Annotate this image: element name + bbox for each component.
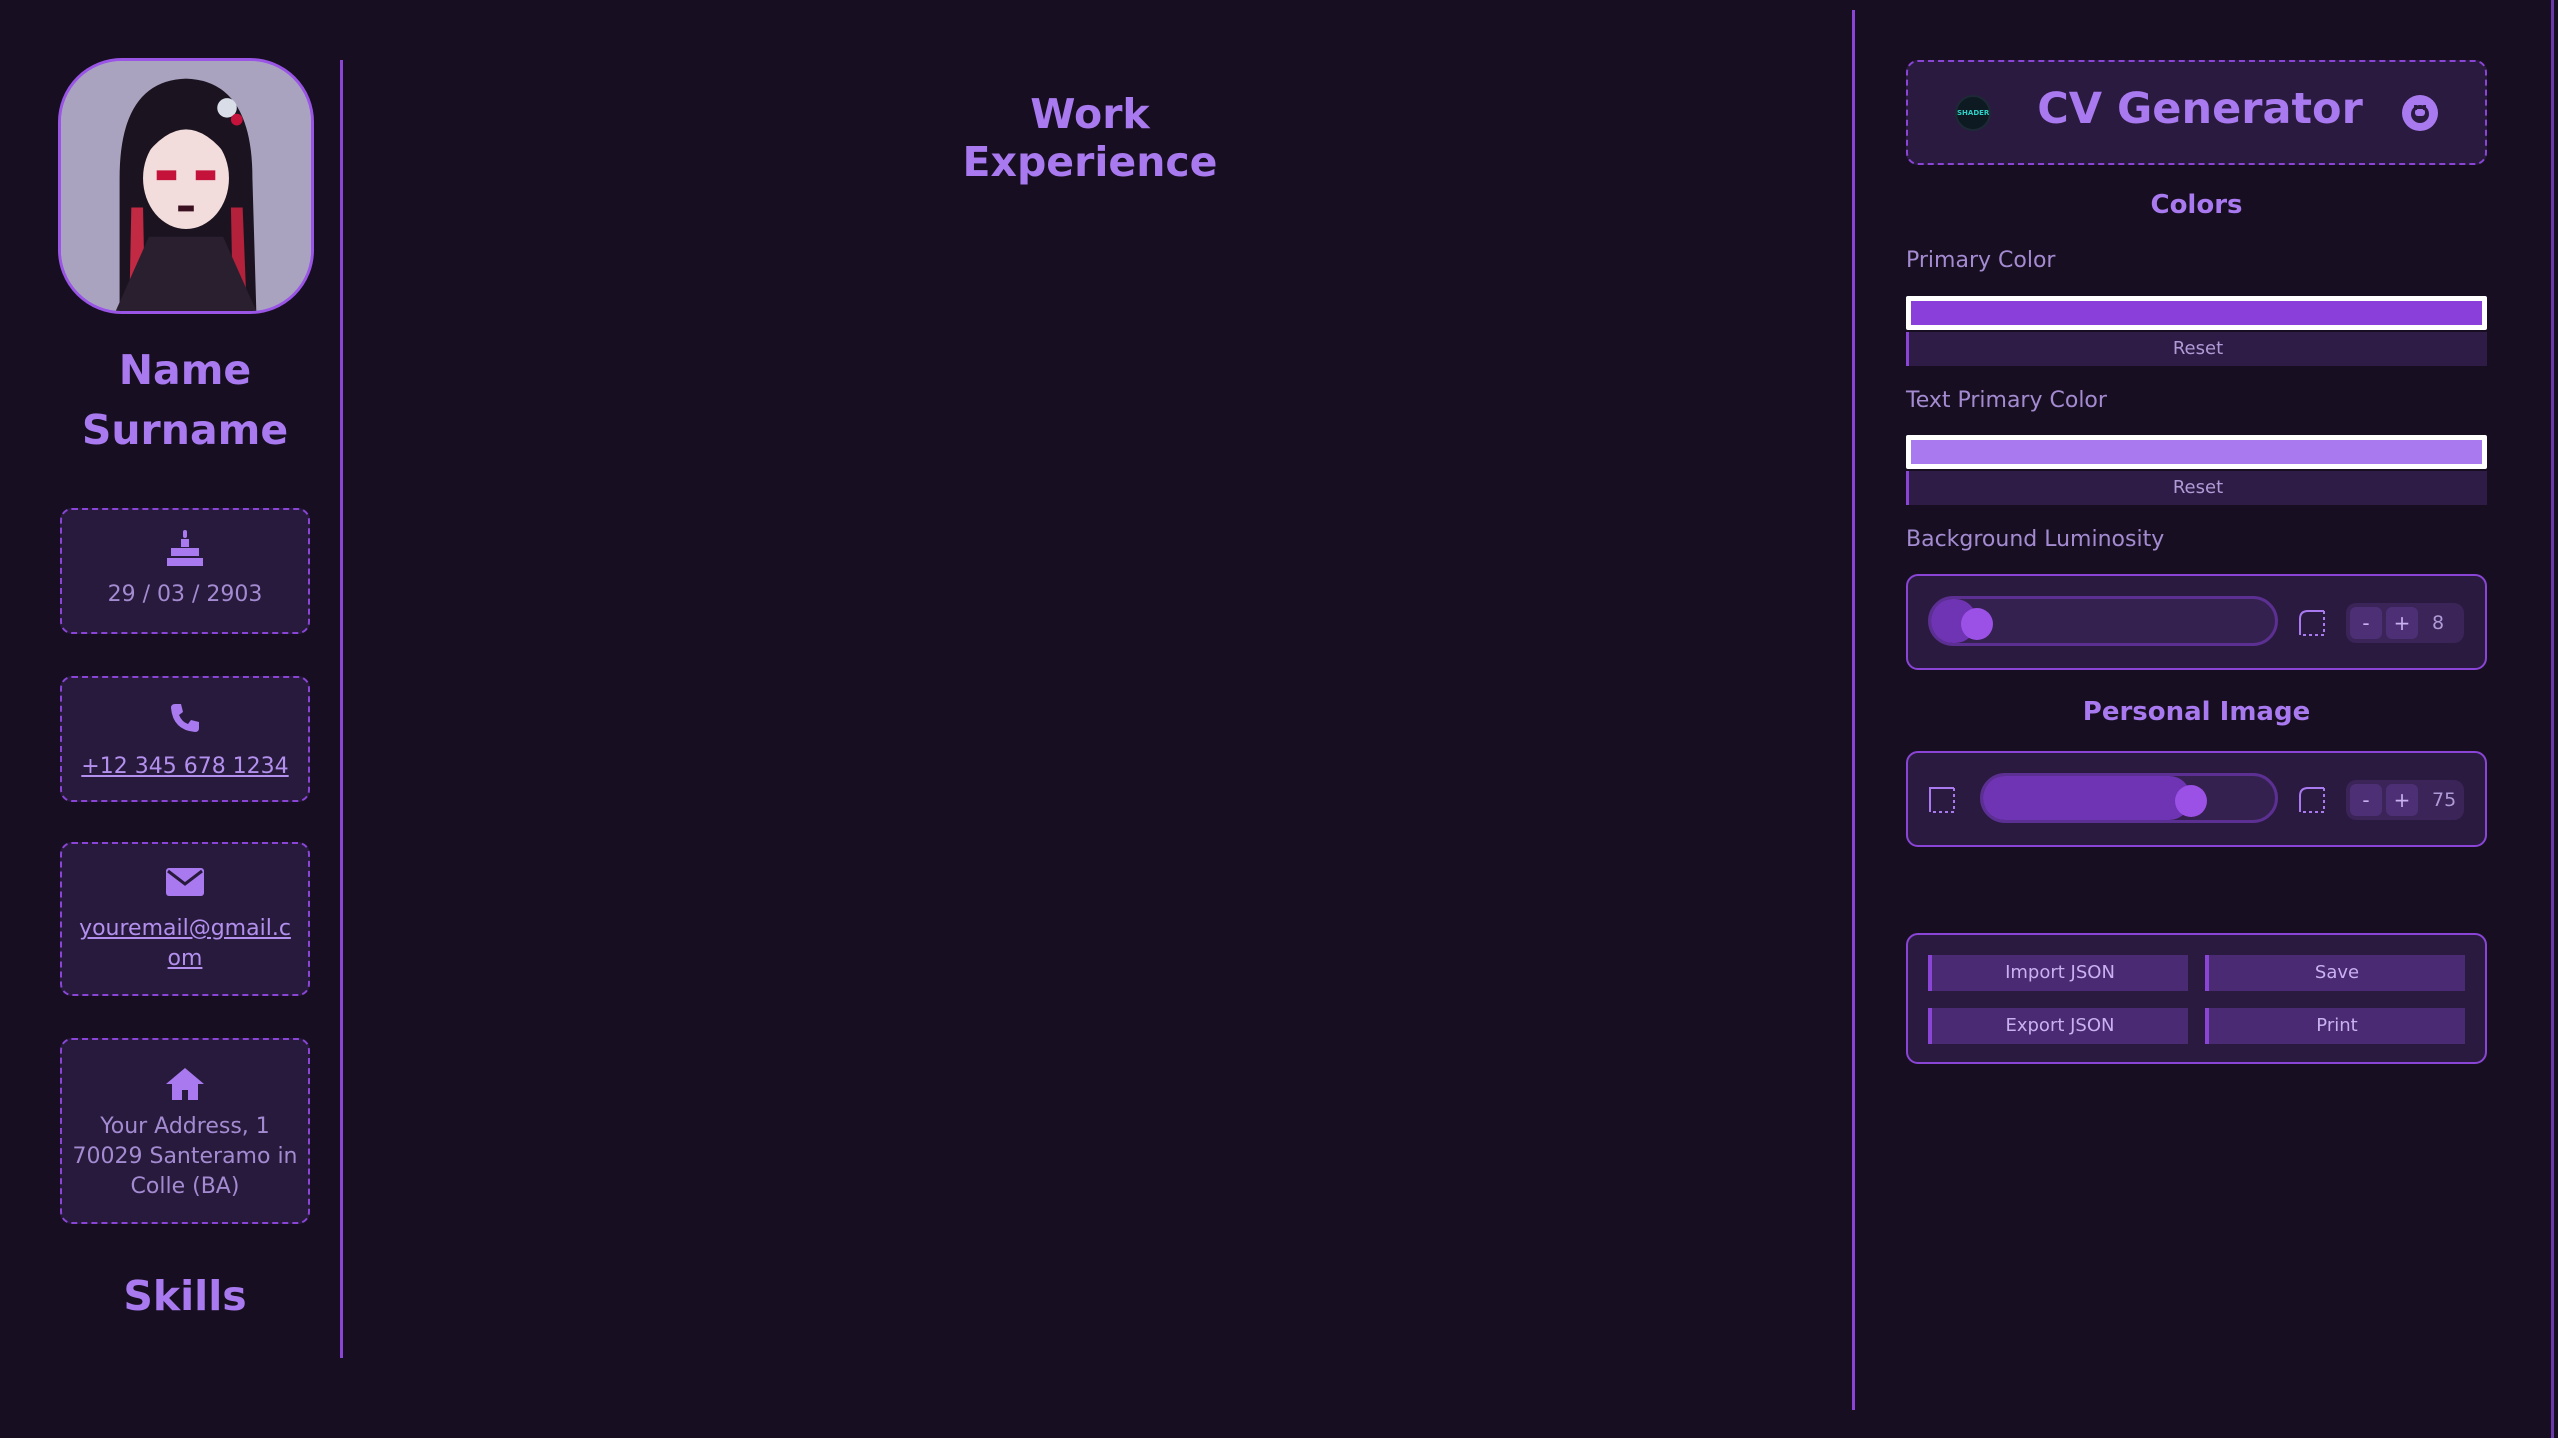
background-luminosity-label: Background Luminosity (1906, 527, 2165, 552)
corner-radius-icon[interactable] (2298, 609, 2326, 637)
work-experience-title[interactable]: Work Experience (900, 90, 1280, 186)
github-glyph (2411, 105, 2429, 123)
shader-logo-icon[interactable]: SHADER (1955, 95, 1991, 131)
logo-text: SHADER (1957, 109, 1990, 117)
primary-color-label: Primary Color (1906, 248, 2056, 273)
image-radius-slider-thumb[interactable] (2175, 785, 2207, 817)
export-json-button[interactable]: Export JSON (1928, 1008, 2188, 1044)
luminosity-stepper: - + 8 (2346, 603, 2464, 643)
actions-panel: Import JSON Save Export JSON Print (1906, 933, 2487, 1064)
luminosity-increment-button[interactable]: + (2386, 607, 2418, 639)
rounded-corner-icon[interactable] (2298, 786, 2326, 814)
email-line-2[interactable]: om (62, 944, 308, 974)
import-json-button[interactable]: Import JSON (1928, 955, 2188, 991)
envelope-icon (166, 868, 204, 896)
phone-icon (171, 704, 199, 732)
luminosity-decrement-button[interactable]: - (2350, 607, 2382, 639)
image-radius-decrement-button[interactable]: - (2350, 784, 2382, 816)
phone-link[interactable]: +12 345 678 1234 (62, 754, 308, 779)
address-text: Your Address, 1 70029 Santeramo in Colle… (62, 1112, 308, 1202)
email-link[interactable]: youremail@gmail.c om (62, 914, 308, 974)
personal-image-title: Personal Image (2082, 697, 2311, 727)
print-button[interactable]: Print (2205, 1008, 2465, 1044)
image-radius-value[interactable]: 75 (2432, 780, 2456, 820)
text-primary-color-label: Text Primary Color (1906, 388, 2107, 413)
email-card[interactable]: youremail@gmail.c om (60, 842, 310, 996)
luminosity-value[interactable]: 8 (2432, 603, 2444, 643)
address-line-1: Your Address, 1 (100, 1114, 270, 1139)
generator-title: CV Generator (2037, 84, 2363, 134)
panel-divider (1852, 10, 1855, 1410)
luminosity-control: - + 8 (1906, 574, 2487, 670)
image-radius-slider-fill (1983, 776, 2191, 820)
address-line-2: 70029 Santeramo in (72, 1144, 298, 1169)
avatar-portrait-icon (61, 61, 311, 311)
last-name[interactable]: Surname (0, 406, 370, 454)
image-radius-increment-button[interactable]: + (2386, 784, 2418, 816)
phone-card[interactable]: +12 345 678 1234 (60, 676, 310, 802)
github-icon[interactable] (2402, 95, 2438, 131)
image-radius-slider[interactable] (1980, 773, 2278, 823)
profile-sidebar: Name Surname 29 / 03 / 2903 +12 345 678 … (0, 0, 343, 1360)
address-line-3: Colle (BA) (130, 1174, 240, 1199)
primary-color-input[interactable] (1906, 296, 2487, 330)
luminosity-slider[interactable] (1928, 596, 2278, 646)
address-card[interactable]: Your Address, 1 70029 Santeramo in Colle… (60, 1038, 310, 1224)
birthday-card[interactable]: 29 / 03 / 2903 (60, 508, 310, 634)
save-button[interactable]: Save (2205, 955, 2465, 991)
skills-title[interactable]: Skills (0, 1272, 370, 1320)
square-corner-icon[interactable] (1928, 786, 1956, 814)
luminosity-slider-thumb[interactable] (1961, 608, 1993, 640)
text-primary-color-input[interactable] (1906, 435, 2487, 469)
email-line-1[interactable]: youremail@gmail.c (62, 914, 308, 944)
cake-icon (167, 530, 203, 566)
colors-section-title: Colors (2150, 190, 2243, 220)
birthday-value: 29 / 03 / 2903 (107, 582, 263, 607)
text-primary-color-reset-button[interactable]: Reset (1906, 471, 2487, 505)
image-radius-control: - + 75 (1906, 751, 2487, 847)
avatar[interactable] (58, 58, 314, 314)
primary-color-reset-button[interactable]: Reset (1906, 332, 2487, 366)
edge-divider (2551, 0, 2554, 1438)
first-name[interactable]: Name (0, 346, 370, 394)
image-radius-stepper: - + 75 (2346, 780, 2464, 820)
home-icon (166, 1068, 204, 1100)
sidebar-divider (340, 60, 343, 1358)
